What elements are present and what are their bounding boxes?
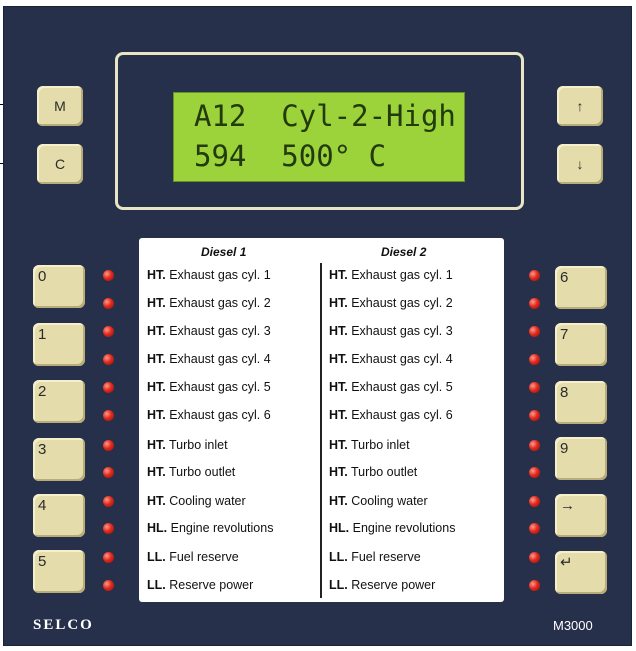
brand-logo: SELCO [33, 617, 94, 633]
diesel2-label-row11: LL. Fuel reserve [329, 550, 421, 564]
diesel2-label-row2: HT. Exhaust gas cyl. 2 [329, 296, 453, 310]
diesel1-label-row10: HL. Engine revolutions [147, 521, 274, 535]
diesel2-label-row4: HT. Exhaust gas cyl. 4 [329, 352, 453, 366]
diesel1-label-row11: LL. Fuel reserve [147, 550, 239, 564]
menu-button[interactable]: M [37, 86, 83, 126]
key-7-button[interactable]: 7 [555, 323, 607, 366]
lcd-display: A12 Cyl-2-High 594 500° C [173, 92, 465, 182]
diesel2-label-row3: HT. Exhaust gas cyl. 3 [329, 324, 453, 338]
key-6-button[interactable]: 6 [555, 266, 607, 309]
key-0-button[interactable]: 0 [33, 265, 85, 308]
key-5-button[interactable]: 5 [33, 550, 85, 593]
led-diesel1-row3 [103, 326, 114, 337]
led-diesel2-row8 [529, 467, 540, 478]
diesel1-label-row7: HT. Turbo inlet [147, 438, 228, 452]
diesel2-label-row7: HT. Turbo inlet [329, 438, 410, 452]
led-diesel2-row11 [529, 552, 540, 563]
led-diesel2-row12 [529, 580, 540, 591]
led-diesel1-row5 [103, 382, 114, 393]
diesel2-label-row5: HT. Exhaust gas cyl. 5 [329, 380, 453, 394]
diesel2-label-row12: LL. Reserve power [329, 578, 436, 592]
return-button[interactable]: ↵ [555, 551, 607, 594]
led-diesel2-row9 [529, 496, 540, 507]
up-arrow-button[interactable]: ↑ [557, 86, 603, 126]
led-diesel2-row10 [529, 523, 540, 534]
key-2-button[interactable]: 2 [33, 380, 85, 423]
diesel1-label-row2: HT. Exhaust gas cyl. 2 [147, 296, 271, 310]
key-3-button[interactable]: 3 [33, 438, 85, 481]
diesel2-label-row8: HT. Turbo outlet [329, 465, 418, 479]
led-diesel1-row7 [103, 440, 114, 451]
enter-right-arrow-button[interactable]: → [555, 494, 607, 537]
led-diesel2-row7 [529, 440, 540, 451]
key-8-button[interactable]: 8 [555, 381, 607, 424]
led-diesel2-row5 [529, 382, 540, 393]
led-diesel1-row10 [103, 523, 114, 534]
led-diesel1-row11 [103, 552, 114, 563]
led-diesel2-row1 [529, 270, 540, 281]
lcd-line-2: 594 500° C [194, 139, 387, 173]
led-diesel2-row2 [529, 298, 540, 309]
key-1-button[interactable]: 1 [33, 323, 85, 366]
down-arrow-button[interactable]: ↓ [557, 144, 603, 184]
led-diesel1-row2 [103, 298, 114, 309]
diesel2-label-row6: HT. Exhaust gas cyl. 6 [329, 408, 453, 422]
diesel2-label-row9: HT. Cooling water [329, 494, 428, 508]
diesel1-label-row5: HT. Exhaust gas cyl. 5 [147, 380, 271, 394]
led-diesel2-row6 [529, 410, 540, 421]
led-diesel1-row9 [103, 496, 114, 507]
diesel1-label-row12: LL. Reserve power [147, 578, 254, 592]
lcd-line-1: A12 Cyl-2-High [194, 99, 456, 133]
key-4-button[interactable]: 4 [33, 494, 85, 537]
diesel2-label-row1: HT. Exhaust gas cyl. 1 [329, 268, 453, 282]
diesel2-label-row10: HL. Engine revolutions [329, 521, 456, 535]
led-diesel1-row6 [103, 410, 114, 421]
key-9-button[interactable]: 9 [555, 437, 607, 480]
diesel1-label-row3: HT. Exhaust gas cyl. 3 [147, 324, 271, 338]
led-diesel2-row3 [529, 326, 540, 337]
led-diesel2-row4 [529, 354, 540, 365]
diesel1-heading: Diesel 1 [201, 245, 247, 259]
led-diesel1-row1 [103, 270, 114, 281]
led-diesel1-row12 [103, 580, 114, 591]
diesel1-label-row8: HT. Turbo outlet [147, 465, 236, 479]
led-diesel1-row8 [103, 467, 114, 478]
diesel1-label-row9: HT. Cooling water [147, 494, 246, 508]
column-divider [320, 263, 322, 598]
diesel1-label-row6: HT. Exhaust gas cyl. 6 [147, 408, 271, 422]
model-label: M3000 [553, 618, 593, 633]
led-diesel1-row4 [103, 354, 114, 365]
diesel2-heading: Diesel 2 [381, 245, 427, 259]
diesel1-label-row4: HT. Exhaust gas cyl. 4 [147, 352, 271, 366]
clear-button[interactable]: C [37, 144, 83, 184]
diesel1-label-row1: HT. Exhaust gas cyl. 1 [147, 268, 271, 282]
alarm-label-card: Diesel 1 Diesel 2 HT. Exhaust gas cyl. 1… [139, 238, 504, 602]
